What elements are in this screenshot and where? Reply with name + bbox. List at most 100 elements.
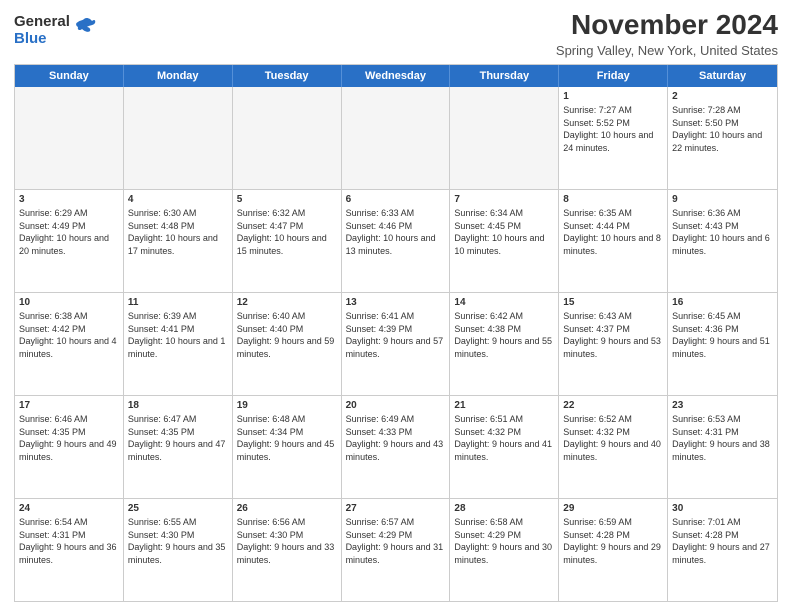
header-day-friday: Friday: [559, 65, 668, 87]
calendar-row-0: 1Sunrise: 7:27 AM Sunset: 5:52 PM Daylig…: [15, 87, 777, 189]
header-day-saturday: Saturday: [668, 65, 777, 87]
calendar-cell-r2-c5: 15Sunrise: 6:43 AM Sunset: 4:37 PM Dayli…: [559, 293, 668, 395]
calendar-cell-r4-c3: 27Sunrise: 6:57 AM Sunset: 4:29 PM Dayli…: [342, 499, 451, 601]
calendar-cell-r4-c6: 30Sunrise: 7:01 AM Sunset: 4:28 PM Dayli…: [668, 499, 777, 601]
day-info: Sunrise: 6:38 AM Sunset: 4:42 PM Dayligh…: [19, 311, 117, 358]
calendar-cell-r4-c0: 24Sunrise: 6:54 AM Sunset: 4:31 PM Dayli…: [15, 499, 124, 601]
calendar-cell-r2-c6: 16Sunrise: 6:45 AM Sunset: 4:36 PM Dayli…: [668, 293, 777, 395]
day-info: Sunrise: 7:28 AM Sunset: 5:50 PM Dayligh…: [672, 105, 762, 152]
day-number: 15: [563, 296, 663, 310]
day-info: Sunrise: 6:33 AM Sunset: 4:46 PM Dayligh…: [346, 208, 436, 255]
header-day-sunday: Sunday: [15, 65, 124, 87]
header-day-monday: Monday: [124, 65, 233, 87]
calendar-row-4: 24Sunrise: 6:54 AM Sunset: 4:31 PM Dayli…: [15, 498, 777, 601]
calendar-cell-r1-c1: 4Sunrise: 6:30 AM Sunset: 4:48 PM Daylig…: [124, 190, 233, 292]
day-number: 10: [19, 296, 119, 310]
day-number: 23: [672, 399, 773, 413]
day-info: Sunrise: 6:52 AM Sunset: 4:32 PM Dayligh…: [563, 414, 661, 461]
calendar-cell-r1-c4: 7Sunrise: 6:34 AM Sunset: 4:45 PM Daylig…: [450, 190, 559, 292]
day-number: 19: [237, 399, 337, 413]
calendar: SundayMondayTuesdayWednesdayThursdayFrid…: [14, 64, 778, 602]
day-info: Sunrise: 6:41 AM Sunset: 4:39 PM Dayligh…: [346, 311, 444, 358]
day-number: 6: [346, 193, 446, 207]
calendar-cell-r2-c3: 13Sunrise: 6:41 AM Sunset: 4:39 PM Dayli…: [342, 293, 451, 395]
day-info: Sunrise: 6:55 AM Sunset: 4:30 PM Dayligh…: [128, 517, 226, 564]
calendar-cell-r0-c0: [15, 87, 124, 189]
day-info: Sunrise: 6:39 AM Sunset: 4:41 PM Dayligh…: [128, 311, 226, 358]
day-number: 4: [128, 193, 228, 207]
day-info: Sunrise: 6:29 AM Sunset: 4:49 PM Dayligh…: [19, 208, 109, 255]
day-number: 21: [454, 399, 554, 413]
calendar-cell-r0-c1: [124, 87, 233, 189]
day-info: Sunrise: 6:46 AM Sunset: 4:35 PM Dayligh…: [19, 414, 117, 461]
calendar-cell-r2-c2: 12Sunrise: 6:40 AM Sunset: 4:40 PM Dayli…: [233, 293, 342, 395]
day-info: Sunrise: 6:40 AM Sunset: 4:40 PM Dayligh…: [237, 311, 335, 358]
day-info: Sunrise: 6:34 AM Sunset: 4:45 PM Dayligh…: [454, 208, 544, 255]
day-info: Sunrise: 6:49 AM Sunset: 4:33 PM Dayligh…: [346, 414, 444, 461]
day-info: Sunrise: 6:51 AM Sunset: 4:32 PM Dayligh…: [454, 414, 552, 461]
logo-blue: Blue: [14, 30, 47, 47]
day-info: Sunrise: 6:45 AM Sunset: 4:36 PM Dayligh…: [672, 311, 770, 358]
day-info: Sunrise: 7:27 AM Sunset: 5:52 PM Dayligh…: [563, 105, 653, 152]
day-number: 2: [672, 90, 773, 104]
logo-text: General Blue: [14, 14, 70, 47]
calendar-cell-r2-c4: 14Sunrise: 6:42 AM Sunset: 4:38 PM Dayli…: [450, 293, 559, 395]
day-number: 18: [128, 399, 228, 413]
calendar-cell-r3-c5: 22Sunrise: 6:52 AM Sunset: 4:32 PM Dayli…: [559, 396, 668, 498]
calendar-cell-r4-c1: 25Sunrise: 6:55 AM Sunset: 4:30 PM Dayli…: [124, 499, 233, 601]
title-area: November 2024 Spring Valley, New York, U…: [556, 10, 778, 58]
day-number: 12: [237, 296, 337, 310]
day-info: Sunrise: 6:42 AM Sunset: 4:38 PM Dayligh…: [454, 311, 552, 358]
calendar-cell-r3-c6: 23Sunrise: 6:53 AM Sunset: 4:31 PM Dayli…: [668, 396, 777, 498]
month-title: November 2024: [556, 10, 778, 41]
day-info: Sunrise: 6:58 AM Sunset: 4:29 PM Dayligh…: [454, 517, 552, 564]
header: General Blue November 2024 Spring Valley…: [14, 10, 778, 58]
day-number: 30: [672, 502, 773, 516]
day-number: 9: [672, 193, 773, 207]
day-info: Sunrise: 6:57 AM Sunset: 4:29 PM Dayligh…: [346, 517, 444, 564]
calendar-cell-r1-c5: 8Sunrise: 6:35 AM Sunset: 4:44 PM Daylig…: [559, 190, 668, 292]
day-number: 24: [19, 502, 119, 516]
calendar-row-1: 3Sunrise: 6:29 AM Sunset: 4:49 PM Daylig…: [15, 189, 777, 292]
calendar-row-2: 10Sunrise: 6:38 AM Sunset: 4:42 PM Dayli…: [15, 292, 777, 395]
day-info: Sunrise: 6:47 AM Sunset: 4:35 PM Dayligh…: [128, 414, 226, 461]
calendar-cell-r1-c6: 9Sunrise: 6:36 AM Sunset: 4:43 PM Daylig…: [668, 190, 777, 292]
calendar-cell-r1-c0: 3Sunrise: 6:29 AM Sunset: 4:49 PM Daylig…: [15, 190, 124, 292]
calendar-cell-r3-c2: 19Sunrise: 6:48 AM Sunset: 4:34 PM Dayli…: [233, 396, 342, 498]
day-number: 1: [563, 90, 663, 104]
calendar-header: SundayMondayTuesdayWednesdayThursdayFrid…: [15, 65, 777, 87]
calendar-cell-r0-c4: [450, 87, 559, 189]
header-day-wednesday: Wednesday: [342, 65, 451, 87]
day-number: 25: [128, 502, 228, 516]
calendar-cell-r4-c5: 29Sunrise: 6:59 AM Sunset: 4:28 PM Dayli…: [559, 499, 668, 601]
header-day-thursday: Thursday: [450, 65, 559, 87]
calendar-cell-r2-c1: 11Sunrise: 6:39 AM Sunset: 4:41 PM Dayli…: [124, 293, 233, 395]
calendar-cell-r1-c3: 6Sunrise: 6:33 AM Sunset: 4:46 PM Daylig…: [342, 190, 451, 292]
day-info: Sunrise: 6:59 AM Sunset: 4:28 PM Dayligh…: [563, 517, 661, 564]
calendar-cell-r0-c2: [233, 87, 342, 189]
day-number: 20: [346, 399, 446, 413]
calendar-body: 1Sunrise: 7:27 AM Sunset: 5:52 PM Daylig…: [15, 87, 777, 601]
calendar-row-3: 17Sunrise: 6:46 AM Sunset: 4:35 PM Dayli…: [15, 395, 777, 498]
day-info: Sunrise: 6:32 AM Sunset: 4:47 PM Dayligh…: [237, 208, 327, 255]
day-number: 28: [454, 502, 554, 516]
day-number: 16: [672, 296, 773, 310]
day-number: 7: [454, 193, 554, 207]
day-number: 13: [346, 296, 446, 310]
day-number: 17: [19, 399, 119, 413]
day-number: 3: [19, 193, 119, 207]
page: General Blue November 2024 Spring Valley…: [0, 0, 792, 612]
logo-bird-icon: [74, 17, 96, 37]
logo-general: General: [14, 13, 70, 30]
day-info: Sunrise: 6:53 AM Sunset: 4:31 PM Dayligh…: [672, 414, 770, 461]
calendar-cell-r1-c2: 5Sunrise: 6:32 AM Sunset: 4:47 PM Daylig…: [233, 190, 342, 292]
calendar-cell-r0-c5: 1Sunrise: 7:27 AM Sunset: 5:52 PM Daylig…: [559, 87, 668, 189]
day-number: 22: [563, 399, 663, 413]
day-info: Sunrise: 6:56 AM Sunset: 4:30 PM Dayligh…: [237, 517, 335, 564]
calendar-cell-r3-c0: 17Sunrise: 6:46 AM Sunset: 4:35 PM Dayli…: [15, 396, 124, 498]
header-day-tuesday: Tuesday: [233, 65, 342, 87]
day-number: 26: [237, 502, 337, 516]
day-number: 5: [237, 193, 337, 207]
day-number: 27: [346, 502, 446, 516]
calendar-cell-r3-c1: 18Sunrise: 6:47 AM Sunset: 4:35 PM Dayli…: [124, 396, 233, 498]
